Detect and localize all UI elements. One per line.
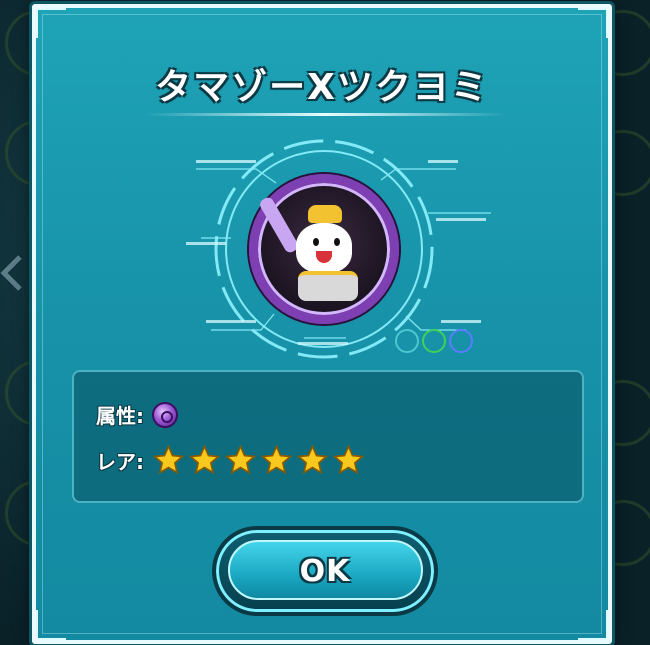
ok-button[interactable]: OK [212, 526, 438, 616]
character-info-dialog: タマゾーXツクヨミ 属性: レア: OK [32, 4, 612, 644]
rarity-row: レア: [96, 444, 365, 477]
star-icon [152, 444, 185, 475]
dark-attribute-icon [152, 401, 178, 428]
frame-corner [578, 610, 608, 640]
star-icon [296, 444, 329, 475]
character-eye [313, 238, 319, 246]
rarity-stars [152, 444, 365, 477]
star-icon [224, 444, 257, 475]
character-portrait [249, 174, 399, 324]
info-panel: 属性: レア: [72, 370, 584, 503]
star-icon [188, 444, 221, 475]
sword-graphic [257, 195, 301, 255]
crown-graphic [308, 205, 342, 223]
star-icon [260, 444, 293, 475]
frame-corner [36, 610, 66, 640]
star-icon [332, 444, 365, 475]
character-eye [334, 238, 340, 246]
rarity-label: レア: [96, 450, 144, 474]
attribute-label: 属性: [96, 404, 144, 428]
character-robe [298, 271, 358, 301]
character-face [296, 223, 352, 273]
attribute-row: 属性: [96, 400, 178, 429]
chevron-left-icon[interactable] [0, 255, 24, 291]
ok-button-label: OK [299, 554, 351, 589]
